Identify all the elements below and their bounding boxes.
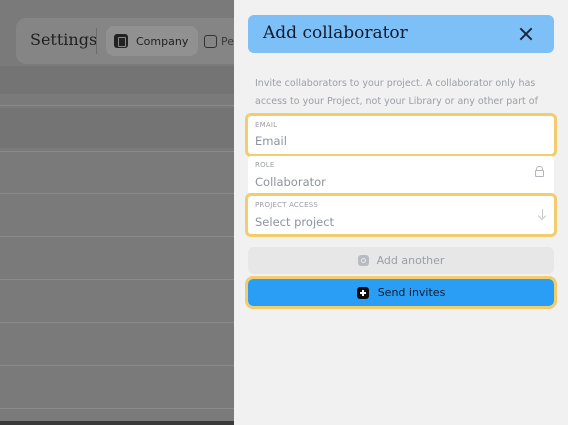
tab-label: Company bbox=[136, 34, 189, 48]
role-value: Collaborator bbox=[255, 175, 326, 189]
settings-title: Settings bbox=[30, 30, 98, 49]
settings-page-background: Settings Company Pe bbox=[0, 0, 234, 425]
add-collaborator-drawer: Add collaborator Invite collaborators to… bbox=[234, 0, 568, 425]
header-divider bbox=[96, 28, 97, 54]
project-access-label: PROJECT ACCESS bbox=[255, 201, 319, 209]
divider bbox=[0, 408, 234, 409]
add-another-label: Add another bbox=[376, 254, 445, 267]
settings-header: Settings Company Pe bbox=[16, 18, 234, 64]
tab-company[interactable]: Company bbox=[106, 26, 199, 56]
divider bbox=[0, 365, 234, 366]
people-icon bbox=[204, 34, 217, 48]
divider bbox=[0, 279, 234, 280]
send-invites-label: Send invites bbox=[377, 286, 446, 299]
divider bbox=[0, 105, 234, 106]
email-field[interactable]: EMAIL bbox=[245, 113, 557, 157]
drawer-title: Add collaborator bbox=[263, 23, 408, 43]
background-row bbox=[0, 66, 234, 94]
divider bbox=[0, 236, 234, 237]
arrow-down-icon bbox=[542, 209, 543, 218]
add-person-icon bbox=[357, 255, 369, 266]
divider bbox=[0, 151, 234, 152]
tab-label: Pe bbox=[221, 34, 234, 48]
drawer-header: Add collaborator bbox=[248, 15, 554, 53]
role-field-label: ROLE bbox=[255, 161, 275, 169]
divider bbox=[0, 322, 234, 323]
project-access-value: Select project bbox=[255, 215, 335, 229]
lock-icon bbox=[535, 166, 544, 177]
email-input[interactable] bbox=[255, 134, 535, 148]
email-field-label: EMAIL bbox=[255, 121, 278, 129]
building-icon bbox=[114, 34, 128, 48]
close-icon[interactable] bbox=[518, 26, 534, 42]
send-invites-button[interactable]: Send invites bbox=[245, 276, 557, 309]
add-another-button[interactable]: Add another bbox=[248, 247, 554, 274]
tab-people[interactable]: Pe bbox=[198, 26, 234, 56]
divider bbox=[0, 193, 234, 194]
background-row bbox=[0, 108, 234, 148]
plus-icon bbox=[356, 286, 369, 299]
background-footer bbox=[0, 421, 234, 425]
role-field: ROLE Collaborator bbox=[248, 156, 554, 194]
project-access-select[interactable]: PROJECT ACCESS Select project bbox=[245, 193, 557, 237]
